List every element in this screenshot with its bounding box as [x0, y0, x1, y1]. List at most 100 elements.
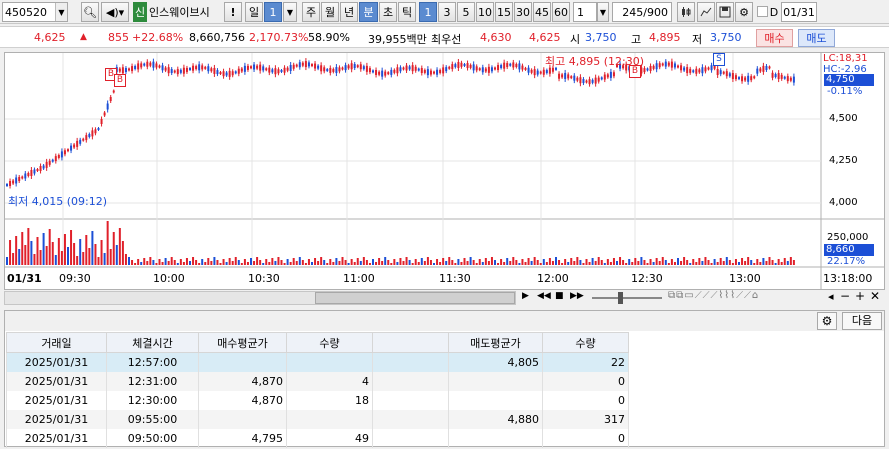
- save-icon[interactable]: [716, 2, 734, 22]
- volume-bar: [667, 263, 670, 265]
- volume-bar: [573, 261, 576, 265]
- candle-body: [558, 73, 561, 79]
- volume-bar: [680, 261, 683, 265]
- col-buy-qty[interactable]: 수량: [286, 332, 373, 353]
- sell-button[interactable]: 매도: [798, 29, 835, 47]
- chevron-down-icon[interactable]: ▼: [55, 3, 67, 21]
- col-buy-avg[interactable]: 매수평균가: [198, 332, 287, 353]
- candle-body: [91, 130, 94, 137]
- scrollbar-thumb[interactable]: [315, 292, 515, 304]
- forward-icon[interactable]: ▶▶: [570, 291, 584, 301]
- candle-body: [411, 65, 414, 72]
- zoom-slider-handle[interactable]: [618, 292, 623, 304]
- buy-marker[interactable]: B: [114, 74, 126, 87]
- price-chart[interactable]: 최고 4,895 (12:30) 최저 4,015 (09:12) B B B …: [4, 52, 885, 290]
- drawing-tools-icon[interactable]: ⧉⧉▭⟋⟋⟋⌇⌇⌇⟋⟋⌂: [668, 290, 759, 301]
- col-trade-date[interactable]: 거래일: [6, 332, 107, 353]
- col-sell-qty[interactable]: 수량: [542, 332, 629, 353]
- warning-icon[interactable]: !: [224, 2, 242, 22]
- volume-bar: [219, 263, 222, 265]
- chevron-down-icon[interactable]: ▼: [283, 2, 297, 22]
- play-icon[interactable]: ▶: [522, 291, 534, 301]
- table-row[interactable]: 2025/01/31 12:57:00 4,805 22: [6, 352, 629, 372]
- stock-code-input[interactable]: 450520 ▼: [2, 2, 68, 22]
- candle-body: [423, 69, 426, 73]
- cell-buy-qty: [286, 409, 373, 429]
- chart-scrollbar[interactable]: [4, 291, 516, 305]
- interval-10[interactable]: 10: [476, 2, 494, 22]
- tab-tick[interactable]: 틱: [398, 2, 416, 22]
- candle-body: [307, 62, 310, 67]
- gear-icon[interactable]: ⚙: [735, 2, 753, 22]
- date-input[interactable]: 01/31: [781, 2, 817, 22]
- count-field[interactable]: 245/900: [612, 2, 672, 22]
- volume-bar: [728, 260, 731, 265]
- table-row[interactable]: 2025/01/31 09:50:00 4,795 49 0: [6, 428, 629, 448]
- close-icon[interactable]: ✕: [870, 289, 880, 303]
- candle-body: [448, 66, 451, 69]
- volume-bar: [372, 259, 374, 265]
- buy-marker[interactable]: B: [629, 65, 641, 78]
- tab-week[interactable]: 주: [302, 2, 320, 22]
- chart-canvas[interactable]: [5, 53, 884, 289]
- sell-marker[interactable]: S: [713, 53, 725, 66]
- candle-body: [240, 68, 243, 72]
- volume-bar: [747, 257, 750, 265]
- search-icon[interactable]: 🔍︎: [81, 2, 99, 22]
- candle-body: [744, 77, 747, 81]
- interval-1[interactable]: 1: [419, 2, 437, 22]
- col-sell-avg[interactable]: 매도평균가: [448, 332, 543, 353]
- interval-60[interactable]: 60: [552, 2, 570, 22]
- candle-body: [204, 66, 207, 69]
- gear-icon[interactable]: ⚙: [817, 312, 837, 330]
- tab-year[interactable]: 년: [340, 2, 358, 22]
- tab-month[interactable]: 월: [321, 2, 339, 22]
- candle-body: [658, 63, 661, 68]
- candle-body: [442, 67, 445, 74]
- speaker-icon[interactable]: ◀)▾: [101, 2, 129, 22]
- table-row[interactable]: 2025/01/31 09:55:00 4,880 317: [6, 409, 629, 429]
- volume-bar: [738, 262, 740, 265]
- interval-45[interactable]: 45: [533, 2, 551, 22]
- best-ask-label: 최우선: [431, 33, 462, 46]
- interval-30[interactable]: 30: [514, 2, 532, 22]
- interval-15[interactable]: 15: [495, 2, 513, 22]
- buy-button[interactable]: 매수: [756, 29, 793, 47]
- volume-bar: [625, 263, 628, 265]
- cell-buy-avg: [198, 352, 287, 372]
- zoom-slider[interactable]: [592, 292, 662, 304]
- next-button[interactable]: 다음: [842, 312, 882, 330]
- zoom-in-icon[interactable]: +: [855, 289, 865, 303]
- tab-minute[interactable]: 분: [359, 2, 378, 22]
- date-checkbox[interactable]: [757, 6, 768, 17]
- volume-bar: [622, 260, 625, 265]
- candle-body: [185, 67, 188, 72]
- volume-bar: [463, 258, 466, 265]
- volume-bar: [741, 258, 744, 265]
- candle-icon[interactable]: [677, 2, 695, 22]
- candle-body: [750, 76, 753, 81]
- candle-body: [45, 161, 48, 168]
- tab-second[interactable]: 초: [379, 2, 397, 22]
- table-row[interactable]: 2025/01/31 12:31:00 4,870 4 0: [6, 371, 629, 391]
- candle-body: [179, 69, 182, 73]
- table-row[interactable]: 2025/01/31 12:30:00 4,870 18 0: [6, 390, 629, 410]
- chevron-down-icon[interactable]: ▼: [597, 2, 609, 22]
- period-unit-button[interactable]: 일: [245, 2, 263, 22]
- candle-body: [304, 61, 307, 68]
- chart-line-icon[interactable]: [697, 2, 715, 22]
- candle-body: [774, 74, 777, 78]
- period-value-input[interactable]: 1: [264, 2, 282, 22]
- custom-interval-input[interactable]: 1: [573, 2, 597, 22]
- scroll-end-icon[interactable]: ◂: [828, 290, 834, 303]
- cell-blank: [372, 409, 449, 429]
- stop-icon[interactable]: ■: [555, 291, 567, 301]
- volume-bar: [362, 257, 365, 265]
- col-exec-time[interactable]: 체결시간: [106, 332, 199, 353]
- interval-3[interactable]: 3: [438, 2, 456, 22]
- candle-body: [54, 156, 57, 162]
- interval-5[interactable]: 5: [457, 2, 475, 22]
- rewind-icon[interactable]: ◀◀: [537, 291, 551, 301]
- zoom-out-icon[interactable]: −: [840, 289, 850, 303]
- volume-bar: [460, 262, 463, 265]
